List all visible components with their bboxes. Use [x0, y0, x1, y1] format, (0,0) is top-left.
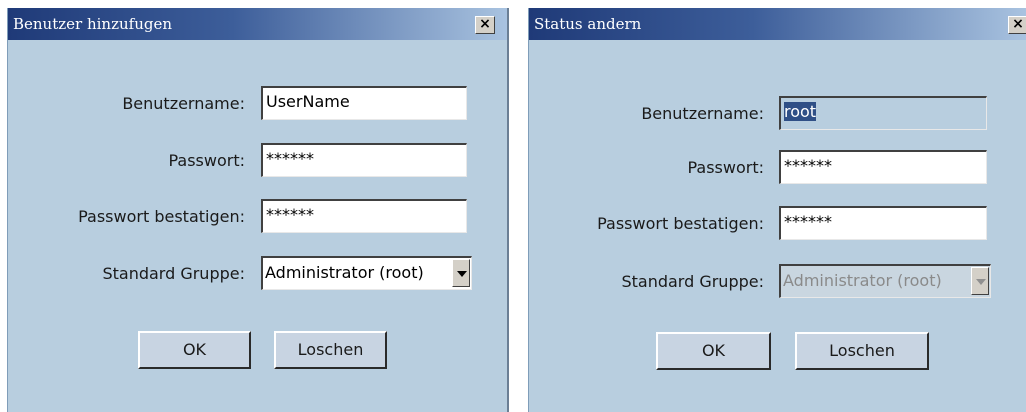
confirm-password-label: Passwort bestatigen:	[78, 207, 245, 226]
username-value: root	[784, 102, 817, 121]
close-icon: ×	[1012, 16, 1024, 32]
title-bar[interactable]: Status andern ×	[529, 8, 1026, 40]
confirm-password-label: Passwort bestatigen:	[597, 214, 764, 233]
group-label: Standard Gruppe:	[102, 264, 245, 283]
password-input[interactable]: ******	[779, 150, 987, 184]
username-label: Benutzername:	[641, 104, 764, 123]
close-icon: ×	[479, 16, 491, 32]
close-button[interactable]: ×	[1008, 16, 1026, 34]
ok-button[interactable]: OK	[656, 332, 771, 370]
group-label: Standard Gruppe:	[621, 272, 764, 291]
username-input[interactable]: UserName	[261, 86, 467, 120]
password-label: Passwort:	[168, 151, 245, 170]
dropdown-button[interactable]	[452, 259, 470, 287]
group-select-value: Administrator (root)	[783, 271, 942, 290]
chevron-down-icon	[457, 271, 467, 277]
delete-button[interactable]: Loschen	[795, 332, 929, 370]
change-status-dialog: Status andern × Benutzername: root Passw…	[528, 8, 1026, 412]
username-input: root	[779, 96, 987, 130]
chevron-down-icon	[976, 279, 986, 285]
add-user-dialog: Benutzer hinzufugen × Benutzername: User…	[7, 8, 509, 412]
title-bar[interactable]: Benutzer hinzufugen ×	[8, 8, 507, 40]
delete-button[interactable]: Loschen	[274, 331, 387, 369]
password-label: Passwort:	[687, 158, 764, 177]
group-select-value: Administrator (root)	[265, 263, 424, 282]
confirm-password-input[interactable]: ******	[261, 199, 467, 233]
dialog-title: Status andern	[534, 15, 642, 33]
ok-button[interactable]: OK	[138, 331, 251, 369]
group-select[interactable]: Administrator (root)	[261, 256, 472, 290]
confirm-password-input[interactable]: ******	[779, 206, 987, 240]
close-button[interactable]: ×	[475, 16, 495, 34]
group-select: Administrator (root)	[779, 264, 991, 298]
password-input[interactable]: ******	[261, 143, 467, 177]
username-label: Benutzername:	[122, 94, 245, 113]
dropdown-button	[971, 267, 989, 295]
dialog-title: Benutzer hinzufugen	[13, 15, 173, 33]
